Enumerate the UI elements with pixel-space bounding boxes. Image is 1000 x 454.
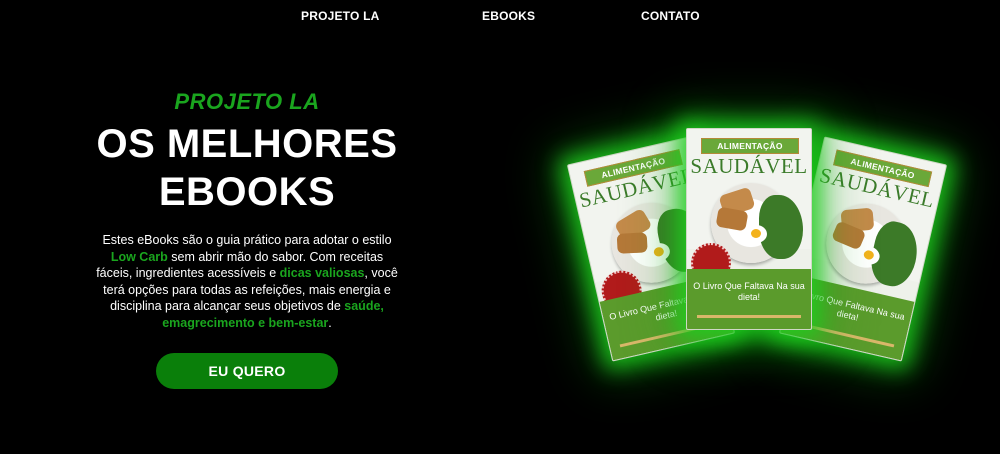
desc-text-1: Estes eBooks são o guia prático para ado… (102, 233, 392, 247)
ebook-covers-image: ALIMENTAÇÃO SAUDÁVEL O Livro Que Faltava… (560, 118, 950, 368)
hero-headline-line2: EBOOKS (158, 170, 336, 214)
top-nav: PROJETO LA EBOOKS CONTATO (0, 0, 1000, 32)
hero-eyebrow: PROJETO LA (174, 89, 320, 114)
cover-title: SAUDÁVEL (690, 154, 808, 178)
cover-ribbon: ALIMENTAÇÃO (701, 138, 799, 154)
bread-image (616, 232, 648, 254)
nav-link-projeto-la[interactable]: PROJETO LA (301, 9, 379, 23)
cover-tagline: O Livro Que Faltava Na sua dieta! (693, 281, 805, 302)
desc-highlight-low-carb: Low Carb (110, 249, 168, 264)
nav-link-ebooks[interactable]: EBOOKS (482, 9, 535, 23)
yolk-image (751, 229, 761, 238)
desc-text-4: . (328, 315, 332, 330)
ebook-cover-center: ALIMENTAÇÃO SAUDÁVEL O Livro Que Faltava… (686, 128, 812, 330)
desc-highlight-dicas: dicas valiosas (279, 266, 365, 280)
cover-stripe (697, 315, 801, 318)
eu-quero-button[interactable]: EU QUERO (156, 353, 338, 389)
hero-section: PROJETO LA OS MELHORES EBOOKS Estes eBoo… (60, 88, 434, 389)
hero-description: Estes eBooks são o guia prático para ado… (92, 232, 402, 331)
hero-headline-line1: OS MELHORES (96, 122, 398, 166)
nav-link-contato[interactable]: CONTATO (641, 9, 700, 23)
hero-headline: OS MELHORES EBOOKS (60, 120, 434, 216)
